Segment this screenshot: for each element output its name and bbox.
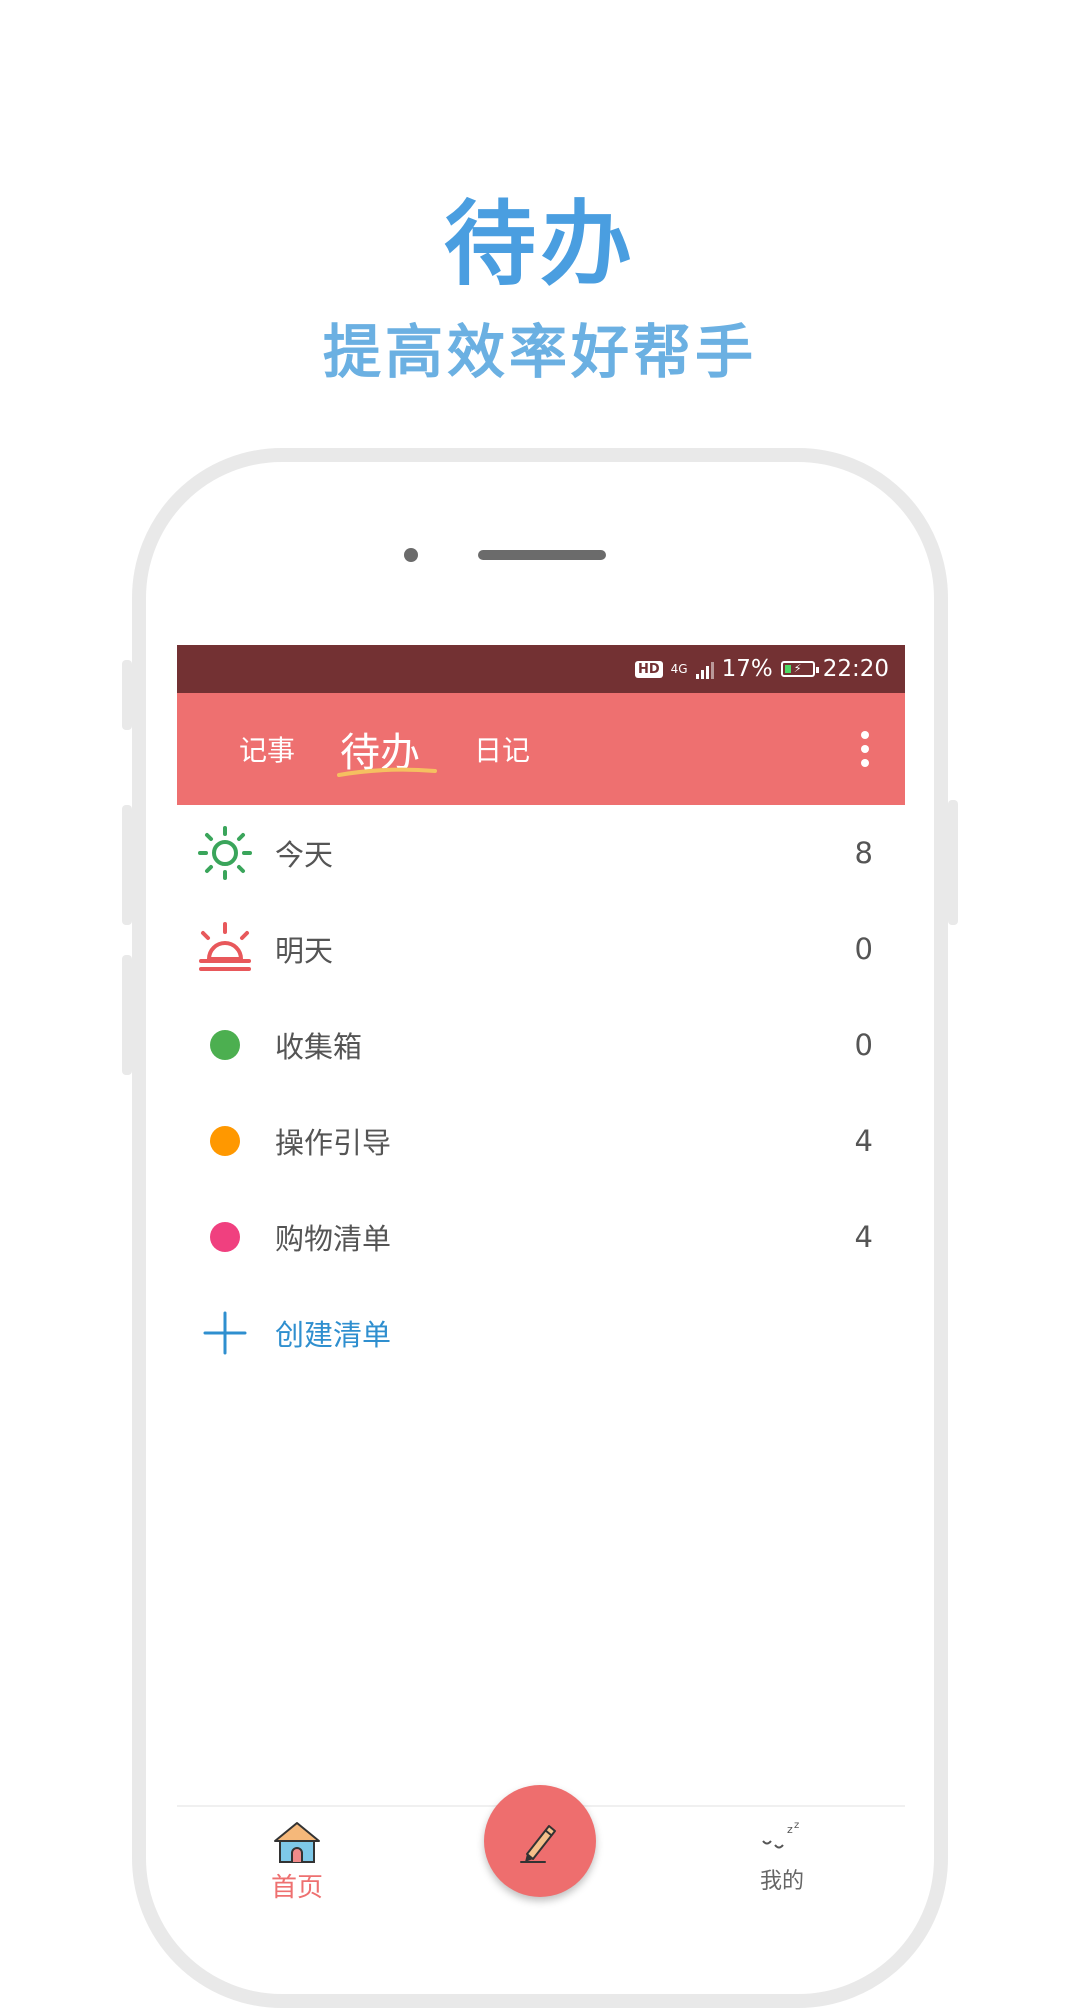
tab-notes[interactable]: 记事 (239, 693, 295, 805)
svg-text:z: z (794, 1820, 799, 1831)
create-list-button[interactable]: 创建清单 (177, 1285, 905, 1381)
app-screen: HD 4G 17% ⚡ 22:20 记事 待办 日记 今天 8 明天 0 收集箱… (177, 645, 905, 1920)
tab-diary[interactable]: 日记 (474, 693, 530, 805)
nav-home[interactable]: 首页 (257, 1819, 337, 1904)
todo-lists: 今天 8 明天 0 收集箱 0 操作引导 4 购物清单 4 创建清单 (177, 805, 905, 1381)
phone-camera (404, 548, 418, 562)
list-label: 明天 (275, 934, 334, 968)
list-count: 0 (854, 932, 873, 966)
new-task-fab[interactable] (484, 1785, 596, 1897)
list-item-shopping[interactable]: 购物清单 4 (177, 1189, 905, 1285)
tab-todo[interactable]: 待办 (340, 693, 420, 805)
list-label: 今天 (275, 838, 334, 872)
battery-percent: 17% (721, 656, 773, 682)
network-type: 4G (670, 662, 688, 676)
list-label: 购物清单 (275, 1222, 392, 1256)
sleepy-face-icon: z z (762, 1820, 799, 1849)
create-list-label: 创建清单 (275, 1318, 392, 1352)
phone-power-button (948, 800, 958, 925)
status-bar: HD 4G 17% ⚡ 22:20 (177, 645, 905, 693)
overflow-menu-icon[interactable] (861, 731, 869, 767)
phone-side-button (122, 660, 132, 730)
plus-icon (197, 1305, 253, 1361)
app-bar: 记事 待办 日记 (177, 693, 905, 805)
phone-volume-down (122, 955, 132, 1075)
phone-volume-up (122, 805, 132, 925)
green-dot-icon (197, 1017, 253, 1073)
nav-home-label: 首页 (270, 1873, 323, 1903)
phone-speaker (478, 550, 606, 560)
list-count: 8 (854, 836, 873, 870)
sun-icon (197, 825, 253, 881)
promo-title: 待办 (443, 191, 636, 298)
list-count: 4 (854, 1220, 873, 1254)
list-label: 操作引导 (275, 1126, 392, 1160)
nav-mine[interactable]: z z 我的 (737, 1819, 827, 1895)
list-count: 4 (854, 1124, 873, 1158)
list-item-inbox[interactable]: 收集箱 0 (177, 997, 905, 1093)
pink-dot-icon (197, 1209, 253, 1265)
tab-active-indicator (337, 767, 437, 777)
battery-icon: ⚡ (780, 661, 819, 677)
list-label: 收集箱 (275, 1030, 363, 1064)
pencil-icon (520, 1825, 556, 1863)
list-item-guide[interactable]: 操作引导 4 (177, 1093, 905, 1189)
sunrise-icon (197, 921, 253, 977)
list-item-tomorrow[interactable]: 明天 0 (177, 901, 905, 997)
signal-icon (695, 659, 714, 679)
hd-badge: HD (634, 660, 663, 678)
home-icon (274, 1822, 320, 1863)
orange-dot-icon (197, 1113, 253, 1169)
svg-text:z: z (787, 1823, 793, 1836)
list-item-today[interactable]: 今天 8 (177, 805, 905, 901)
promo-subtitle: 提高效率好帮手 (322, 318, 757, 386)
list-count: 0 (854, 1028, 873, 1062)
clock: 22:20 (822, 656, 889, 682)
nav-mine-label: 我的 (759, 1869, 804, 1894)
